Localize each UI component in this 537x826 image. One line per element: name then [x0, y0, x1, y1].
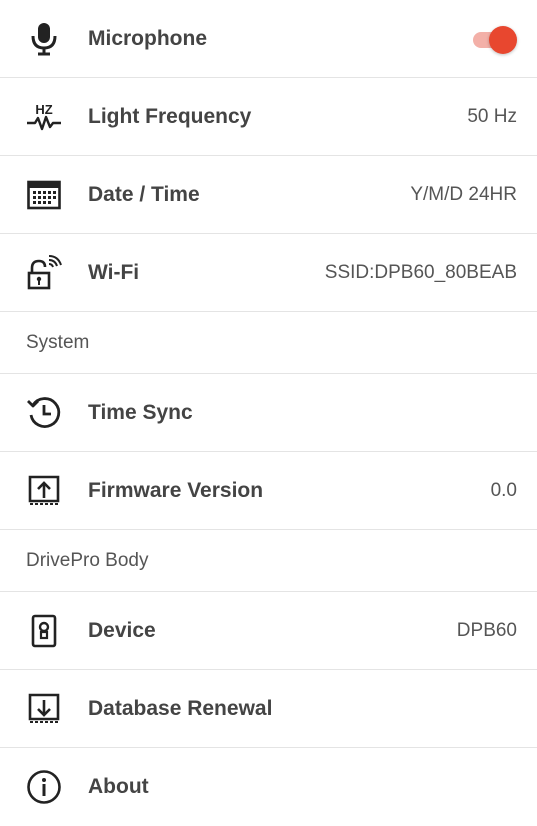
hz-icon-text: HZ	[35, 102, 52, 117]
light-frequency-row[interactable]: HZ Light Frequency 50 Hz	[0, 78, 537, 156]
wifi-row[interactable]: Wi-Fi SSID:DPB60_80BEAB	[0, 234, 537, 312]
date-time-label: Date / Time	[88, 182, 200, 206]
firmware-version-label: Firmware Version	[88, 478, 264, 502]
upload-icon	[26, 473, 62, 509]
date-time-row[interactable]: Date / Time Y/M/D 24HR	[0, 156, 537, 234]
device-label: Device	[88, 618, 156, 642]
section-header-system: System	[0, 312, 537, 374]
about-label: About	[88, 775, 149, 798]
light-frequency-value: 50 Hz	[467, 105, 517, 127]
hz-icon: HZ	[26, 99, 62, 135]
device-icon	[26, 613, 62, 649]
microphone-label: Microphone	[88, 26, 207, 50]
firmware-version-row[interactable]: Firmware Version 0.0	[0, 452, 537, 530]
microphone-toggle[interactable]	[473, 24, 517, 54]
time-sync-row[interactable]: Time Sync	[0, 374, 537, 452]
clock-sync-icon	[26, 395, 62, 431]
download-icon	[26, 691, 62, 727]
device-value: DPB60	[456, 619, 517, 641]
wifi-value: SSID:DPB60_80BEAB	[324, 261, 517, 283]
info-icon	[26, 769, 62, 805]
microphone-icon	[26, 21, 62, 57]
database-renewal-row[interactable]: Database Renewal	[0, 670, 537, 748]
date-time-value: Y/M/D 24HR	[410, 183, 517, 205]
section-header-drivepro-body: DrivePro Body	[0, 530, 537, 592]
database-renewal-label: Database Renewal	[88, 696, 273, 720]
calendar-icon	[26, 177, 62, 213]
wifi-label: Wi-Fi	[88, 260, 140, 284]
settings-list: Microphone HZ Light Frequency 50 Hz Date…	[0, 0, 537, 826]
about-row[interactable]: About	[0, 748, 537, 826]
firmware-version-value: 0.0	[490, 479, 517, 501]
microphone-row[interactable]: Microphone	[0, 0, 537, 78]
toggle-thumb	[489, 25, 517, 54]
device-row[interactable]: Device DPB60	[0, 592, 537, 670]
light-frequency-label: Light Frequency	[88, 104, 252, 128]
wifi-lock-icon	[26, 254, 62, 291]
time-sync-label: Time Sync	[88, 400, 193, 424]
